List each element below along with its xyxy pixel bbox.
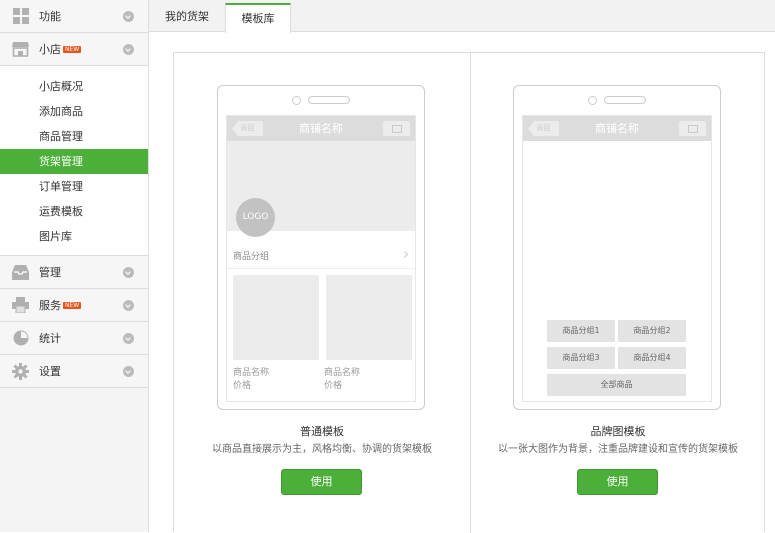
template-card-normal: 返回 商铺名称 LOGO 商品分组 商品名称 价格 商品名称 价格 普通模板 以…	[174, 53, 470, 533]
tab-template-library[interactable]: 模板库	[225, 3, 291, 33]
sidebar-section-label: 功能	[39, 10, 61, 23]
gear-icon	[12, 362, 29, 380]
use-template-button[interactable]: 使用	[577, 469, 658, 495]
phone-preview: 返回 商铺名称 商品分组1 商品分组2 商品分组3 商品分组4 全部商品	[513, 85, 721, 410]
chevron-down-icon[interactable]	[123, 300, 134, 311]
shop-submenu: 小店概况 添加商品 商品管理 货架管理 订单管理 运费模板 图片库	[0, 66, 148, 256]
chevron-down-icon[interactable]	[123, 366, 134, 377]
group-button: 商品分组2	[618, 320, 686, 342]
product-image-placeholder	[233, 275, 319, 360]
chevron-down-icon[interactable]	[123, 267, 134, 278]
product-name: 商品名称	[324, 368, 361, 378]
product-name: 商品名称	[233, 368, 270, 378]
template-name: 普通模板	[300, 425, 344, 438]
camera-icon	[588, 96, 597, 105]
preview-header: 返回 商铺名称	[523, 116, 711, 141]
new-badge: NEW	[63, 301, 82, 309]
sidebar-item-order-management[interactable]: 订单管理	[0, 174, 148, 199]
speaker-icon	[604, 96, 646, 104]
pie-chart-icon	[12, 330, 29, 347]
sidebar: 功能 小店 NEW 小店概况 添加商品 商品管理 货架管理 订单管理 运费模板 …	[0, 0, 149, 532]
camera-icon	[292, 96, 301, 105]
phone-preview: 返回 商铺名称 LOGO 商品分组 商品名称 价格 商品名称 价格	[217, 85, 425, 410]
chevron-right-icon	[400, 250, 409, 259]
sidebar-section-services[interactable]: 服务 NEW	[0, 289, 148, 322]
sidebar-item-product-management[interactable]: 商品管理	[0, 124, 148, 149]
group-button: 商品分组3	[547, 347, 615, 369]
tab-bar: 我的货架 模板库	[149, 0, 775, 33]
use-template-button[interactable]: 使用	[281, 469, 362, 495]
sidebar-section-label: 统计	[39, 332, 61, 345]
sidebar-section-label: 小店	[39, 43, 61, 56]
chevron-down-icon[interactable]	[123, 11, 134, 22]
template-gallery: 返回 商铺名称 LOGO 商品分组 商品名称 价格 商品名称 价格 普通模板 以…	[173, 52, 766, 533]
sidebar-section-label: 设置	[39, 365, 61, 378]
share-icon	[679, 121, 706, 136]
logo-placeholder: LOGO	[236, 198, 275, 237]
sidebar-section-label: 服务	[39, 299, 61, 312]
printer-icon	[12, 297, 29, 314]
product-image-placeholder	[326, 275, 412, 360]
inbox-icon	[12, 264, 29, 281]
template-name: 品牌图模板	[590, 425, 646, 438]
new-badge: NEW	[63, 45, 82, 53]
sidebar-item-shop-overview[interactable]: 小店概况	[0, 74, 148, 99]
banner-placeholder: LOGO	[227, 141, 415, 237]
chevron-down-icon[interactable]	[123, 333, 134, 344]
sidebar-item-image-library[interactable]: 图片库	[0, 224, 148, 249]
group-row: 商品分组	[227, 233, 415, 269]
group-button: 商品分组1	[547, 320, 615, 342]
template-description: 以商品直接展示为主，风格均衡、协调的货架模板	[212, 444, 432, 455]
group-button: 商品分组4	[618, 347, 686, 369]
store-icon	[12, 41, 29, 58]
chevron-down-icon[interactable]	[123, 44, 134, 55]
phone-screen: 返回 商铺名称 商品分组1 商品分组2 商品分组3 商品分组4 全部商品	[522, 115, 712, 402]
grid-icon	[12, 8, 29, 25]
sidebar-section-shop[interactable]: 小店 NEW	[0, 33, 148, 66]
sidebar-section-settings[interactable]: 设置	[0, 355, 148, 388]
share-icon	[383, 121, 410, 136]
sidebar-section-management[interactable]: 管理	[0, 256, 148, 289]
sidebar-section-statistics[interactable]: 统计	[0, 322, 148, 355]
all-products-button: 全部商品	[547, 374, 686, 396]
sidebar-section-features[interactable]: 功能	[0, 0, 148, 33]
template-description: 以一张大图作为背景，注重品牌建设和宣传的货架模板	[498, 444, 738, 455]
group-label: 商品分组	[233, 252, 270, 262]
phone-screen: 返回 商铺名称 LOGO 商品分组 商品名称 价格 商品名称 价格	[226, 115, 416, 402]
sidebar-section-label: 管理	[39, 266, 61, 279]
product-price: 价格	[324, 381, 343, 391]
template-card-brand: 返回 商铺名称 商品分组1 商品分组2 商品分组3 商品分组4 全部商品 品牌图…	[470, 53, 766, 533]
sidebar-item-shelf-management[interactable]: 货架管理	[0, 149, 148, 174]
speaker-icon	[308, 96, 350, 104]
sidebar-item-shipping-templates[interactable]: 运费模板	[0, 199, 148, 224]
preview-header: 返回 商铺名称	[227, 116, 415, 141]
product-price: 价格	[233, 381, 252, 391]
sidebar-item-add-product[interactable]: 添加商品	[0, 99, 148, 124]
tab-my-shelves[interactable]: 我的货架	[149, 3, 225, 32]
